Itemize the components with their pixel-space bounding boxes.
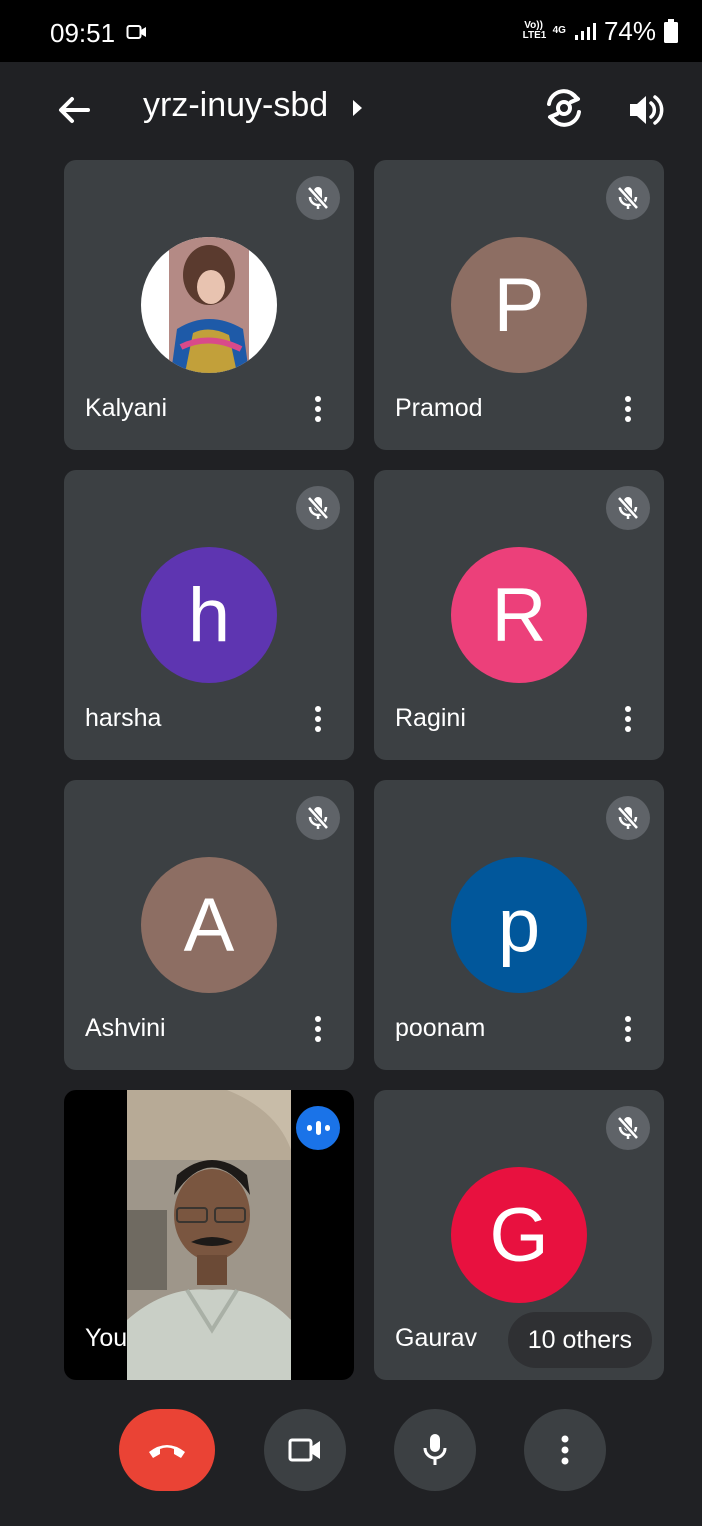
- more-options-icon[interactable]: [308, 704, 328, 734]
- participant-tile[interactable]: Kalyani: [64, 160, 354, 450]
- microphone-toggle-button[interactable]: [394, 1409, 476, 1491]
- avatar: P: [451, 237, 587, 373]
- mic-off-icon: [296, 486, 340, 530]
- more-options-icon[interactable]: [618, 394, 638, 424]
- participant-tile[interactable]: h harsha: [64, 470, 354, 760]
- camera-toggle-button[interactable]: [264, 1409, 346, 1491]
- more-options-icon[interactable]: [308, 394, 328, 424]
- status-bar: 09:51 Vo)) LTE1 4G 74%: [0, 0, 702, 62]
- end-call-button[interactable]: [119, 1409, 215, 1491]
- participant-name: Ashvini: [85, 1014, 166, 1042]
- participant-tile[interactable]: G Gaurav 10 others: [374, 1090, 664, 1380]
- back-arrow-icon[interactable]: [52, 88, 96, 132]
- avatar: p: [451, 857, 587, 993]
- participant-name: You: [85, 1324, 128, 1352]
- participant-name: harsha: [85, 704, 162, 732]
- mic-off-icon: [606, 486, 650, 530]
- hang-up-icon: [149, 1445, 185, 1458]
- participant-name: Pramod: [395, 394, 483, 422]
- participant-name: poonam: [395, 1014, 486, 1042]
- meeting-code[interactable]: yrz-inuy-sbd: [143, 86, 328, 125]
- status-indicators: Vo)) LTE1 4G 74%: [523, 16, 678, 46]
- caret-right-icon[interactable]: [353, 100, 362, 116]
- self-video-tile[interactable]: You: [64, 1090, 354, 1380]
- participant-tile[interactable]: P Pramod: [374, 160, 664, 450]
- participant-tile[interactable]: A Ashvini: [64, 780, 354, 1070]
- avatar: A: [141, 857, 277, 993]
- mic-off-icon: [606, 796, 650, 840]
- mic-off-icon: [296, 176, 340, 220]
- avatar: G: [451, 1167, 587, 1303]
- screen-record-icon: [126, 25, 146, 39]
- speaker-icon[interactable]: [624, 88, 668, 132]
- meeting-header: yrz-inuy-sbd: [0, 62, 702, 158]
- volte-indicator: Vo)) LTE1: [522, 20, 547, 41]
- mic-off-icon: [296, 796, 340, 840]
- more-vert-icon: [561, 1435, 569, 1465]
- speaking-indicator-icon: [296, 1106, 340, 1150]
- avatar: h: [141, 547, 277, 683]
- battery-percent: 74%: [603, 15, 656, 46]
- microphone-icon: [423, 1434, 447, 1465]
- more-options-icon[interactable]: [308, 1014, 328, 1044]
- participant-name: Kalyani: [85, 394, 167, 422]
- participant-name: Gaurav: [395, 1324, 477, 1352]
- status-time: 09:51: [50, 18, 116, 48]
- video-camera-icon: [288, 1438, 320, 1462]
- others-count-chip[interactable]: 10 others: [507, 1312, 652, 1368]
- more-options-icon[interactable]: [618, 1014, 638, 1044]
- avatar: [141, 237, 277, 373]
- participant-name: Ragini: [395, 704, 466, 732]
- participant-tile[interactable]: R Ragini: [374, 470, 664, 760]
- call-controls: [0, 1385, 702, 1526]
- mic-off-icon: [606, 1106, 650, 1150]
- signal-icon: [574, 23, 596, 40]
- self-video-feed: [127, 1090, 291, 1380]
- mic-off-icon: [606, 176, 650, 220]
- more-options-icon[interactable]: [618, 704, 638, 734]
- switch-camera-icon[interactable]: [540, 84, 588, 132]
- avatar: R: [451, 547, 587, 683]
- participant-tile[interactable]: p poonam: [374, 780, 664, 1070]
- more-options-button[interactable]: [524, 1409, 606, 1491]
- battery-icon: [664, 19, 678, 43]
- network-type: 4G: [552, 25, 566, 36]
